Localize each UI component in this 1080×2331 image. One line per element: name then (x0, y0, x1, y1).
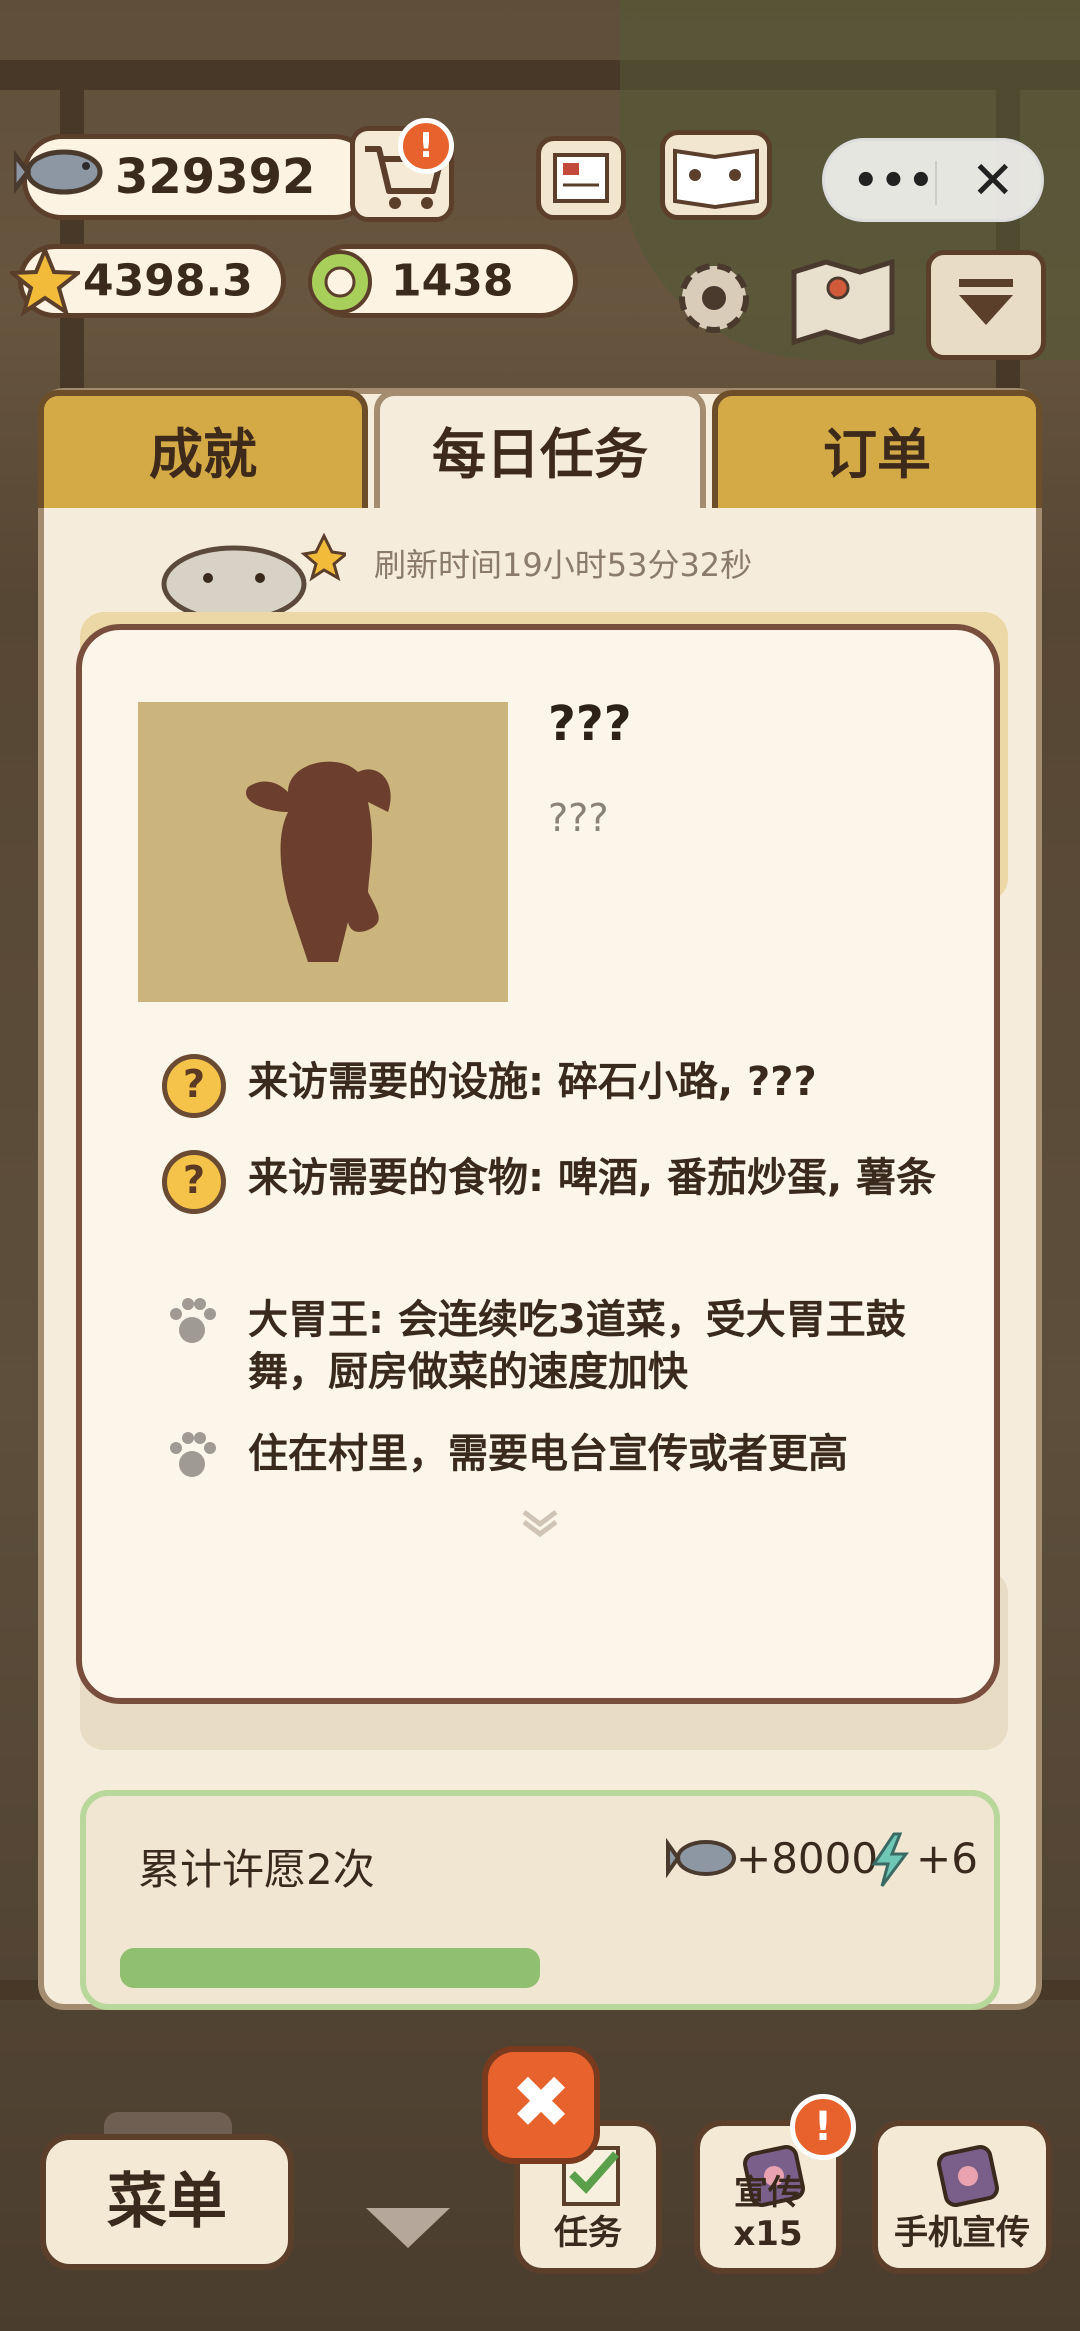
tab-achievements[interactable]: 成就 (38, 390, 368, 508)
wish-progress-bar (120, 1948, 540, 1988)
refresh-timer: 刷新时间19小时53分32秒 (374, 546, 753, 584)
promotion-button-label: 宣传x15 (733, 2173, 803, 2254)
newspaper-icon (553, 153, 609, 203)
phone-promotion-button[interactable]: 手机宣传 (872, 2120, 1052, 2274)
scroll-more-chevron-icon[interactable] (520, 1508, 560, 1538)
star-count: 4398.3 (83, 255, 253, 307)
requirement-food-text: 来访需要的食物: 啤酒, 番茄炒蛋, 薯条 (248, 1155, 937, 1201)
paw-icon (170, 1298, 216, 1343)
unknown-visitor-silhouette (246, 761, 391, 962)
question-icon: ? (162, 1150, 226, 1214)
trait-big-eater-text: 大胃王: 会连续吃3道菜，受大胃王鼓舞，厨房做菜的速度加快 (248, 1297, 906, 1395)
energy-icon (871, 1832, 909, 1887)
newspaper-button[interactable] (536, 136, 626, 220)
requirement-facility-text: 来访需要的设施: 碎石小路, ??? (248, 1059, 817, 1105)
fish-icon (14, 149, 103, 195)
paw-icon (170, 1432, 216, 1477)
collapse-icon (959, 279, 1013, 325)
menu-button[interactable]: 菜单 (40, 2134, 294, 2270)
fish-reward-amount: +8000 (736, 1834, 879, 1883)
map-button[interactable] (788, 252, 898, 346)
settings-gear-button[interactable] (672, 256, 756, 340)
miniprogram-capsule: ••• ✕ (822, 138, 1044, 222)
paw-book-icon (673, 148, 759, 210)
task-button-label: 任务 (554, 2213, 622, 2253)
more-options-button[interactable]: ••• (853, 161, 936, 201)
cat-mascot-icon (161, 532, 346, 623)
star-icon (10, 246, 80, 316)
ring-count: 1438 (391, 255, 514, 307)
expand-down-arrow-icon[interactable] (366, 2208, 450, 2248)
visitor-description: ??? (548, 796, 609, 840)
close-panel-button[interactable]: ✖ (482, 2046, 600, 2164)
gear-icon (679, 263, 749, 333)
map-icon (791, 258, 895, 346)
tab-orders[interactable]: 订单 (712, 390, 1042, 508)
ring-icon (308, 250, 372, 314)
energy-reward-amount: +6 (916, 1834, 978, 1883)
trait-village-resident-text: 住在村里，需要电台宣传或者更高 (248, 1431, 848, 1477)
fish-count: 329392 (115, 149, 316, 205)
question-icon: ? (162, 1054, 226, 1118)
guestbook-button[interactable] (660, 130, 772, 220)
close-miniprogram-button[interactable]: ✕ (971, 151, 1015, 211)
visitor-portrait (138, 702, 508, 1002)
tab-daily-tasks[interactable]: 每日任务 (374, 390, 706, 508)
capsule-divider (935, 161, 937, 205)
promotion-alert-badge: ! (790, 2094, 856, 2160)
phone-promo-icon (937, 2145, 999, 2207)
wish-progress-title: 累计许愿2次 (138, 1845, 375, 1894)
wish-progress-card: 累计许愿2次 +8000 +6 (80, 1790, 1000, 2010)
cart-alert-badge: ! (398, 118, 454, 174)
collapse-panel-button[interactable] (926, 250, 1046, 360)
visitor-name: ??? (548, 696, 632, 752)
fish-reward-icon (666, 1837, 736, 1879)
phone-promotion-label: 手机宣传 (894, 2213, 1030, 2253)
